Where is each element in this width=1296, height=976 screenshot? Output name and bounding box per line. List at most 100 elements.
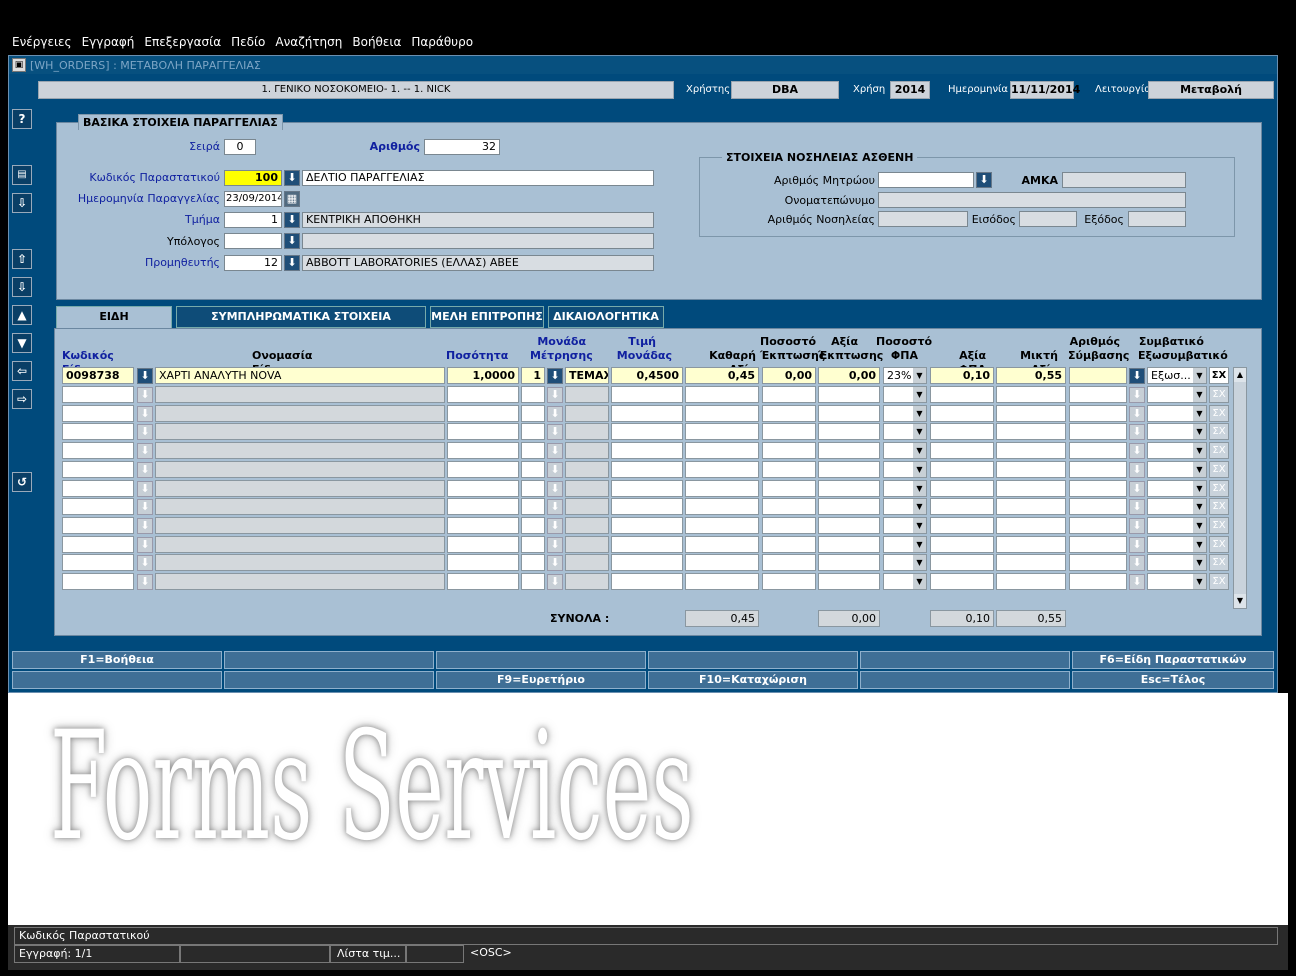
row-6-contract-lov-icon[interactable]: ⬇ <box>1129 461 1145 478</box>
row-9-disc-val[interactable] <box>818 516 880 534</box>
supplier-lov-icon[interactable]: ⬇ <box>284 255 300 271</box>
row-9-vat-select[interactable]: ▼ <box>883 516 927 534</box>
row-10-net[interactable] <box>685 535 759 553</box>
undo-button[interactable]: ↺ <box>12 472 32 492</box>
fkey-empty-3[interactable] <box>648 651 858 669</box>
row-6-qty[interactable] <box>447 460 519 478</box>
dept-lov-icon[interactable]: ⬇ <box>284 212 300 228</box>
row-9-vat[interactable] <box>930 516 994 534</box>
tab-items[interactable]: ΕΙΔΗ ΠΑΡΑΓΓΕΛΙΑΣ <box>56 306 172 343</box>
row-11-contract-lov-icon[interactable]: ⬇ <box>1129 555 1145 572</box>
ypologos-lov-icon[interactable]: ⬇ <box>284 233 300 249</box>
row-10-unit-code[interactable] <box>521 535 545 553</box>
row-5-type-select[interactable]: ▼ <box>1147 442 1207 460</box>
fkey-empty-6[interactable] <box>224 671 434 689</box>
calendar-icon[interactable]: ▦ <box>284 191 300 207</box>
row-5-gross[interactable] <box>996 442 1066 460</box>
row-11-qty[interactable] <box>447 554 519 572</box>
f1-help-button[interactable]: F1=Βοήθεια <box>12 651 222 669</box>
row-11-contract[interactable] <box>1069 554 1127 572</box>
next-record-button[interactable]: ▼ <box>12 333 32 353</box>
row-11-type-select[interactable]: ▼ <box>1147 554 1207 572</box>
row-10-type-select[interactable]: ▼ <box>1147 535 1207 553</box>
row-8-code[interactable] <box>62 498 134 516</box>
row-4-contract-lov-icon[interactable]: ⬇ <box>1129 424 1145 441</box>
row-3-contract[interactable] <box>1069 404 1127 422</box>
previous-field-button[interactable]: ⇦ <box>12 361 32 381</box>
row-4-qty[interactable] <box>447 423 519 441</box>
tab-supplementary[interactable]: ΣΥΜΠΛΗΡΩΜΑΤΙΚΑ ΣΤΟΙΧΕΙΑ ΠΑΡΑΓΓΕΛΙΑΣ <box>176 306 426 343</box>
row-8-disc-pct[interactable] <box>762 498 816 516</box>
row-9-unit-code[interactable] <box>521 516 545 534</box>
row1-contract-lov-icon[interactable]: ⬇ <box>1129 368 1145 384</box>
ypologos-field[interactable] <box>224 233 282 249</box>
row-12-price[interactable] <box>611 573 683 590</box>
row-8-code-lov-icon[interactable]: ⬇ <box>137 499 153 516</box>
row-4-type-select[interactable]: ▼ <box>1147 423 1207 441</box>
row-6-gross[interactable] <box>996 460 1066 478</box>
row-12-unit-lov-icon[interactable]: ⬇ <box>547 574 563 590</box>
row-6-code[interactable] <box>62 460 134 478</box>
row-3-vat[interactable] <box>930 404 994 422</box>
row-3-disc-val[interactable] <box>818 404 880 422</box>
row-9-code[interactable] <box>62 516 134 534</box>
menu-item-6[interactable]: Παράθυρο <box>411 35 473 49</box>
row-4-unit-code[interactable] <box>521 423 545 441</box>
f10-commit-button[interactable]: F10=Καταχώριση <box>648 671 858 689</box>
row-10-sx-button[interactable]: ΣΧ <box>1209 535 1229 553</box>
row1-disc-pct[interactable]: 0,00 <box>762 367 816 384</box>
previous-record-button[interactable]: ▲ <box>12 305 32 325</box>
row-10-code-lov-icon[interactable]: ⬇ <box>137 536 153 553</box>
row-3-qty[interactable] <box>447 404 519 422</box>
row-3-gross[interactable] <box>996 404 1066 422</box>
row-12-sx-button[interactable]: ΣΧ <box>1209 573 1229 590</box>
row-10-gross[interactable] <box>996 535 1066 553</box>
row-10-disc-val[interactable] <box>818 535 880 553</box>
row1-code[interactable]: 0098738 <box>62 367 134 384</box>
doc-code-field[interactable]: 100 <box>224 170 282 186</box>
row-8-gross[interactable] <box>996 498 1066 516</box>
row-6-type-select[interactable]: ▼ <box>1147 460 1207 478</box>
row1-sx-button[interactable]: ΣΧ <box>1209 367 1229 384</box>
row-9-net[interactable] <box>685 516 759 534</box>
row-2-code[interactable] <box>62 386 134 403</box>
row-2-vat-select[interactable]: ▼ <box>883 386 927 403</box>
row-2-code-lov-icon[interactable]: ⬇ <box>137 387 153 403</box>
row-2-contract[interactable] <box>1069 386 1127 403</box>
next-block-button[interactable]: ⇩ <box>12 277 32 297</box>
row-7-price[interactable] <box>611 479 683 497</box>
row-3-unit-code[interactable] <box>521 404 545 422</box>
row-9-contract-lov-icon[interactable]: ⬇ <box>1129 517 1145 534</box>
row-11-sx-button[interactable]: ΣΧ <box>1209 554 1229 572</box>
download-button[interactable]: ⇩ <box>12 193 32 213</box>
menu-item-3[interactable]: Πεδίο <box>231 35 265 49</box>
fkey-empty-4[interactable] <box>860 651 1070 669</box>
row-8-net[interactable] <box>685 498 759 516</box>
row-7-contract[interactable] <box>1069 479 1127 497</box>
esc-exit-button[interactable]: Esc=Τέλος <box>1072 671 1274 689</box>
row-5-sx-button[interactable]: ΣΧ <box>1209 442 1229 460</box>
row-9-unit-lov-icon[interactable]: ⬇ <box>547 517 563 534</box>
tab-committee[interactable]: ΜΕΛΗ ΕΠΙΤΡΟΠΗΣ <box>430 306 544 328</box>
row-2-unit-lov-icon[interactable]: ⬇ <box>547 387 563 403</box>
row-5-vat-select[interactable]: ▼ <box>883 442 927 460</box>
arithmos-field[interactable]: 32 <box>424 139 500 155</box>
row-9-contract[interactable] <box>1069 516 1127 534</box>
f9-index-button[interactable]: F9=Ευρετήριο <box>436 671 646 689</box>
row-4-disc-pct[interactable] <box>762 423 816 441</box>
row-6-disc-val[interactable] <box>818 460 880 478</box>
row-8-contract[interactable] <box>1069 498 1127 516</box>
row-9-qty[interactable] <box>447 516 519 534</box>
row-2-unit-code[interactable] <box>521 386 545 403</box>
row-4-gross[interactable] <box>996 423 1066 441</box>
row-10-vat-select[interactable]: ▼ <box>883 535 927 553</box>
row-9-code-lov-icon[interactable]: ⬇ <box>137 517 153 534</box>
row-6-net[interactable] <box>685 460 759 478</box>
row-11-code-lov-icon[interactable]: ⬇ <box>137 555 153 572</box>
row-9-disc-pct[interactable] <box>762 516 816 534</box>
row-5-code[interactable] <box>62 442 134 460</box>
row-12-vat[interactable] <box>930 573 994 590</box>
row-12-code-lov-icon[interactable]: ⬇ <box>137 574 153 590</box>
row-9-sx-button[interactable]: ΣΧ <box>1209 516 1229 534</box>
row-12-vat-select[interactable]: ▼ <box>883 573 927 590</box>
